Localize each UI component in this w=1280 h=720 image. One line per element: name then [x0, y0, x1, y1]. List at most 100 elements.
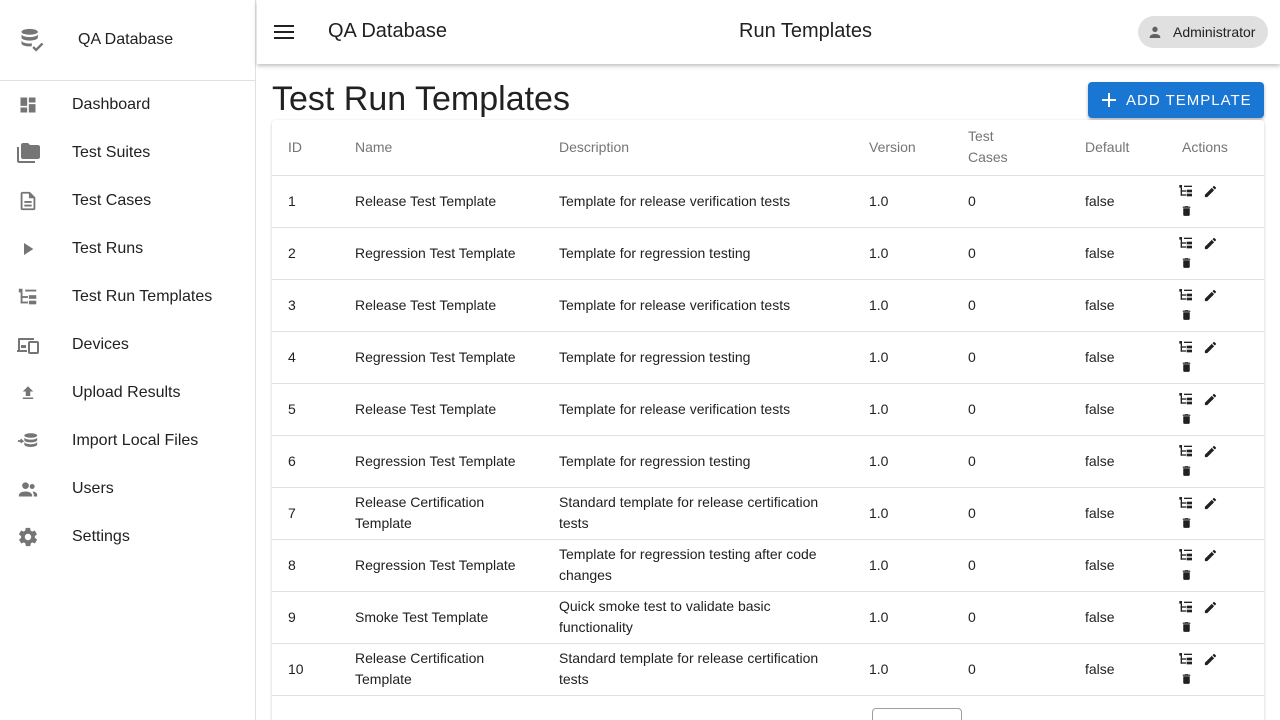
cell-id: 2	[272, 227, 339, 280]
sidebar-item-label: Dashboard	[72, 96, 151, 113]
cell-name: Release Test Template	[339, 279, 543, 332]
cell-test-cases: 0	[952, 175, 1069, 228]
delete-icon[interactable]	[1174, 461, 1198, 481]
page-title: Run Templates	[739, 20, 873, 42]
brand[interactable]: QA Database	[0, 0, 255, 81]
edit-icon[interactable]	[1198, 649, 1222, 669]
cell-description: Template for release verification tests	[543, 383, 853, 436]
row-actions	[1174, 597, 1234, 637]
edit-icon[interactable]	[1198, 389, 1222, 409]
brand-title: QA Database	[78, 31, 174, 48]
import-icon	[16, 429, 40, 453]
rows-per-page-select[interactable]	[872, 708, 962, 720]
row-actions	[1174, 285, 1234, 325]
cell-id: 1	[272, 175, 339, 228]
delete-icon[interactable]	[1174, 201, 1198, 221]
cell-id: 4	[272, 331, 339, 384]
view-structure-icon[interactable]	[1174, 597, 1198, 617]
add-template-button[interactable]: ADD TEMPLATE	[1088, 82, 1264, 118]
sidebar-item-dashboard[interactable]: Dashboard	[0, 81, 255, 129]
cell-actions	[1166, 383, 1264, 436]
add-template-label: ADD TEMPLATE	[1126, 91, 1252, 109]
view-structure-icon[interactable]	[1174, 493, 1198, 513]
delete-icon[interactable]	[1174, 669, 1198, 689]
table-row: 3 Release Test Template Template for relea…	[272, 279, 1264, 332]
column-header-name: Name	[339, 120, 543, 176]
cell-description: Template for regression testing	[543, 331, 853, 384]
table-row: 9 Smoke Test Template Quick smoke test to …	[272, 591, 1264, 644]
table-row: 4 Regression Test Template Template for re…	[272, 331, 1264, 384]
cell-description: Standard template for release certificat…	[543, 643, 853, 696]
cell-test-cases: 0	[952, 487, 1069, 540]
person-icon	[1146, 23, 1164, 41]
view-structure-icon[interactable]	[1174, 181, 1198, 201]
delete-icon[interactable]	[1174, 357, 1198, 377]
sidebar-item-settings[interactable]: Settings	[0, 513, 255, 561]
cell-name: Regression Test Template	[339, 435, 543, 488]
column-header-id: ID	[272, 120, 339, 176]
delete-icon[interactable]	[1174, 305, 1198, 325]
sidebar-item-devices[interactable]: Devices	[0, 321, 255, 369]
delete-icon[interactable]	[1174, 253, 1198, 273]
cell-default: false	[1069, 539, 1166, 592]
cell-default: false	[1069, 227, 1166, 280]
sidebar-item-users[interactable]: Users	[0, 465, 255, 513]
plus-icon	[1102, 93, 1116, 107]
edit-icon[interactable]	[1198, 545, 1222, 565]
cell-default: false	[1069, 175, 1166, 228]
delete-icon[interactable]	[1174, 565, 1198, 585]
cell-version: 1.0	[853, 175, 952, 228]
view-structure-icon[interactable]	[1174, 545, 1198, 565]
view-structure-icon[interactable]	[1174, 337, 1198, 357]
sidebar-item-label: Test Suites	[72, 144, 151, 161]
view-structure-icon[interactable]	[1174, 285, 1198, 305]
cell-version: 1.0	[853, 331, 952, 384]
edit-icon[interactable]	[1198, 493, 1222, 513]
table-row: 8 Regression Test Template Template for re…	[272, 539, 1264, 592]
database-check-icon	[17, 25, 47, 55]
sidebar-item-test-runs[interactable]: Test Runs	[0, 225, 255, 273]
cell-test-cases: 0	[952, 435, 1069, 488]
edit-icon[interactable]	[1198, 597, 1222, 617]
cell-id: 8	[272, 539, 339, 592]
users-icon	[16, 477, 40, 501]
delete-icon[interactable]	[1174, 617, 1198, 637]
cell-name: Release Test Template	[339, 383, 543, 436]
column-header-version: Version	[853, 120, 952, 176]
user-menu-chip[interactable]: Administrator	[1138, 16, 1268, 48]
sidebar-item-label: Test Runs	[72, 240, 144, 257]
menu-icon[interactable]	[273, 20, 295, 44]
cell-name: Regression Test Template	[339, 331, 543, 384]
cell-version: 1.0	[853, 227, 952, 280]
cell-actions	[1166, 279, 1264, 332]
edit-icon[interactable]	[1198, 181, 1222, 201]
cell-actions	[1166, 643, 1264, 696]
cell-version: 1.0	[853, 591, 952, 644]
view-structure-icon[interactable]	[1174, 389, 1198, 409]
view-structure-icon[interactable]	[1174, 649, 1198, 669]
column-header-description: Description	[543, 120, 853, 176]
sidebar-item-label: Import Local Files	[72, 432, 199, 449]
cell-default: false	[1069, 487, 1166, 540]
cell-id: 6	[272, 435, 339, 488]
sidebar-item-test-run-templates[interactable]: Test Run Templates	[0, 273, 255, 321]
table-row: 1 Release Test Template Template for relea…	[272, 175, 1264, 228]
sidebar: QA Database Dashboard Test Suites Test C…	[0, 0, 256, 720]
upload-icon	[16, 381, 40, 405]
cell-version: 1.0	[853, 643, 952, 696]
sidebar-item-test-suites[interactable]: Test Suites	[0, 129, 255, 177]
table-header-row: ID Name Description Version Test Cases D…	[272, 120, 1264, 176]
edit-icon[interactable]	[1198, 233, 1222, 253]
cell-id: 10	[272, 643, 339, 696]
delete-icon[interactable]	[1174, 409, 1198, 429]
view-structure-icon[interactable]	[1174, 441, 1198, 461]
sidebar-item-import-local-files[interactable]: Import Local Files	[0, 417, 255, 465]
view-structure-icon[interactable]	[1174, 233, 1198, 253]
edit-icon[interactable]	[1198, 285, 1222, 305]
sidebar-item-test-cases[interactable]: Test Cases	[0, 177, 255, 225]
edit-icon[interactable]	[1198, 337, 1222, 357]
sidebar-item-upload-results[interactable]: Upload Results	[0, 369, 255, 417]
delete-icon[interactable]	[1174, 513, 1198, 533]
edit-icon[interactable]	[1198, 441, 1222, 461]
tree-icon	[16, 285, 40, 309]
